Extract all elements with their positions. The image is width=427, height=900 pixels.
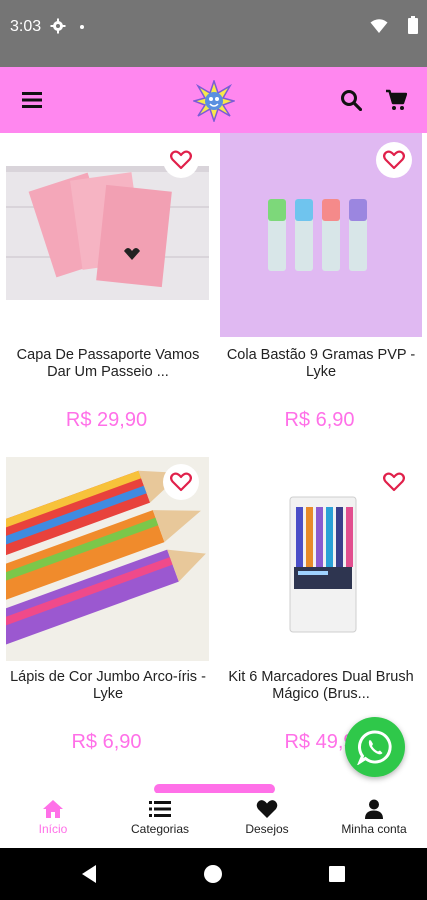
pink-passport-cover-photo [6, 166, 209, 300]
product-name[interactable]: Capa De Passaporte Vamos Dar Um Passeio … [10, 347, 206, 381]
product-price: R$ 6,90 [71, 731, 142, 753]
notification-dot-icon [80, 25, 84, 29]
nav-item-label: Desejos [245, 822, 289, 836]
product-image[interactable] [6, 166, 209, 300]
user-icon [365, 799, 383, 819]
product-grid: Capa De Passaporte Vamos Dar Um Passeio … [0, 133, 427, 783]
home-circle-icon[interactable] [203, 864, 223, 884]
cart-icon[interactable] [385, 89, 407, 111]
battery-icon [408, 16, 418, 34]
list-icon [149, 801, 171, 817]
gear-icon [50, 18, 66, 34]
whatsapp-button[interactable] [345, 717, 405, 777]
product-name[interactable]: Kit 6 Marcadores Dual Brush Mágico (Brus… [223, 669, 419, 703]
product-card[interactable]: Capa De Passaporte Vamos Dar Um Passeio … [0, 133, 213, 455]
heart-outline-icon [170, 472, 192, 492]
menu-icon[interactable] [22, 91, 44, 109]
product-price: R$ 6,90 [284, 409, 355, 431]
heart-outline-icon [170, 150, 192, 170]
nav-item-desejos[interactable]: Desejos [214, 799, 320, 845]
nav-item-minha-conta[interactable]: Minha conta [321, 799, 427, 845]
heart-outline-icon [383, 150, 405, 170]
nav-item-label: Início [38, 822, 68, 836]
logo[interactable] [193, 80, 235, 122]
nav-item-categorias[interactable]: Categorias [107, 799, 213, 845]
back-icon[interactable] [80, 864, 98, 884]
favorite-button[interactable] [376, 464, 412, 500]
nav-item-label: Minha conta [341, 822, 407, 836]
whatsapp-icon [357, 730, 392, 765]
favorite-button[interactable] [163, 142, 199, 178]
bottom-nav: Início Categorias Desejos Minha conta [0, 793, 427, 848]
favorite-button[interactable] [163, 464, 199, 500]
wifi-icon [370, 19, 388, 33]
status-time: 3:03 [10, 18, 42, 35]
system-nav-bar [0, 848, 427, 900]
heart-icon [256, 800, 278, 818]
product-card[interactable]: Cola Bastão 9 Gramas PVP - Lyke R$ 6,90 [213, 133, 426, 455]
nav-item-inicio[interactable]: Início [0, 799, 106, 845]
product-name[interactable]: Lápis de Cor Jumbo Arco-íris - Lyke [10, 669, 206, 703]
favorite-button[interactable] [376, 142, 412, 178]
product-card[interactable]: Lápis de Cor Jumbo Arco-íris - Lyke R$ 6… [0, 455, 213, 777]
status-bar: 3:03 [0, 0, 427, 67]
product-price: R$ 29,90 [65, 409, 148, 431]
app-header [0, 67, 427, 133]
product-name[interactable]: Cola Bastão 9 Gramas PVP - Lyke [223, 347, 419, 381]
search-icon[interactable] [340, 89, 362, 111]
heart-outline-icon [383, 472, 405, 492]
home-icon [43, 800, 63, 818]
nav-item-label: Categorias [130, 822, 190, 836]
recents-icon[interactable] [328, 865, 346, 883]
